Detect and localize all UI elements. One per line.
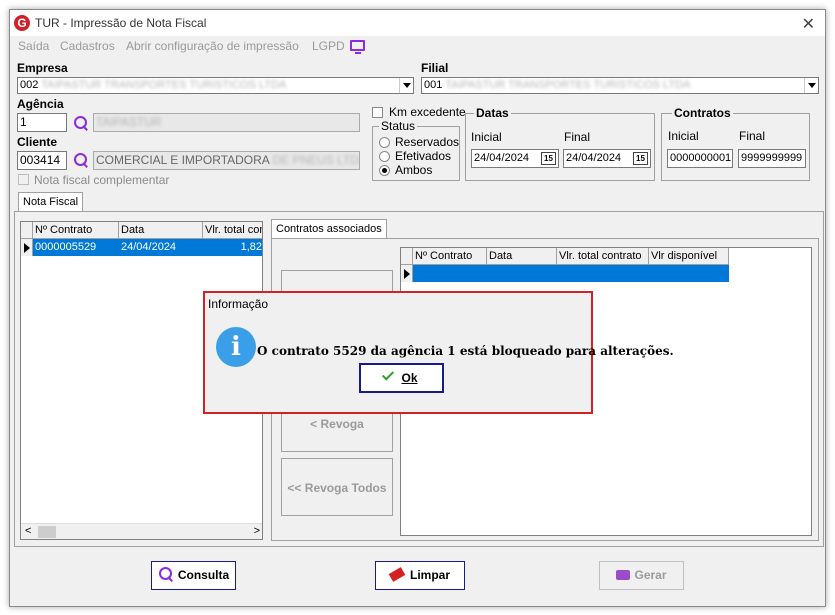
datas-group: Datas Inicial Final 24/04/2024 15 24/04/2… <box>465 106 655 181</box>
app-logo-icon: G <box>14 15 30 31</box>
menu-lgpd[interactable]: LGPD <box>312 39 345 53</box>
calendar-icon[interactable]: 15 <box>541 152 556 165</box>
contratos-inicial-label: Inicial <box>668 129 699 143</box>
datas-title: Datas <box>474 106 511 120</box>
contratos-group: Contratos Inicial Final 0000000001 99999… <box>661 106 810 181</box>
agencia-name-field: TAIPASTUR <box>93 113 360 132</box>
empresa-select[interactable]: 002 TAIPASTUR TRANSPORTES TURISTICOS LTD… <box>17 77 414 94</box>
radio-efetivados-label: Efetivados <box>395 149 452 163</box>
revoga-todos-button[interactable]: << Revoga Todos <box>281 458 393 516</box>
col-header-valor[interactable]: Vlr. total con <box>203 222 262 239</box>
menu-saida[interactable]: Saída <box>18 39 49 53</box>
radio-ambos[interactable] <box>379 165 390 176</box>
radio-ambos-label: Ambos <box>395 163 433 177</box>
radio-efetivados[interactable] <box>379 151 390 162</box>
scroll-left-icon[interactable]: < <box>25 525 31 537</box>
horizontal-scrollbar[interactable]: < > <box>21 523 262 539</box>
datas-final-label: Final <box>564 130 591 144</box>
data-inicial-input[interactable]: 24/04/2024 15 <box>471 149 559 168</box>
agencia-input[interactable]: 1 <box>17 113 67 132</box>
tab-contratos-associados[interactable]: Contratos associados <box>271 219 387 239</box>
table-row-data[interactable]: 24/04/2024 <box>119 239 203 256</box>
contratos-final-label: Final <box>739 129 766 143</box>
printer-icon <box>616 570 631 580</box>
gerar-button[interactable]: Gerar <box>599 561 684 590</box>
filial-code: 001 <box>424 79 443 91</box>
search-icon <box>158 566 174 582</box>
radio-reservados-label: Reservados <box>395 135 460 149</box>
info-icon: i <box>216 327 256 367</box>
ok-button[interactable]: Ok <box>359 363 444 393</box>
chevron-down-icon[interactable] <box>399 78 413 93</box>
status-group: Status Reservados Efetivados Ambos <box>372 119 460 181</box>
col-header-data[interactable]: Data <box>487 248 557 265</box>
search-icon[interactable] <box>73 115 89 131</box>
col-header-data[interactable]: Data <box>119 222 203 239</box>
menu-cadastros[interactable]: Cadastros <box>60 39 115 53</box>
row-indicator-icon <box>401 265 413 282</box>
filial-label: Filial <box>421 61 449 75</box>
empresa-label: Empresa <box>17 61 68 75</box>
check-icon <box>382 368 395 381</box>
datas-inicial-label: Inicial <box>471 130 502 144</box>
table-row-contrato[interactable]: 0000005529 <box>33 239 119 256</box>
monitor-icon[interactable] <box>350 40 365 54</box>
empresa-name: TAIPASTUR TRANSPORTES TURISTICOS LTDA <box>41 79 287 91</box>
dialog-title: Informação <box>208 297 269 311</box>
empresa-code: 002 <box>20 79 39 91</box>
radio-reservados[interactable] <box>379 137 390 148</box>
limpar-button[interactable]: Limpar <box>375 561 465 590</box>
nf-complementar-checkbox[interactable] <box>18 174 29 185</box>
contratos-title: Contratos <box>672 106 733 120</box>
chevron-down-icon[interactable] <box>804 78 818 93</box>
filial-name: TAIPASTUR TRANSPORTES TURISTICOS LTDA <box>445 79 691 91</box>
calendar-icon[interactable]: 15 <box>633 152 648 165</box>
menu-bar: Saída Cadastros Abrir configuração de im… <box>10 36 825 56</box>
table-row-valor[interactable]: 1,82 <box>203 239 262 256</box>
window-title: TUR - Impressão de Nota Fiscal <box>35 16 207 30</box>
info-dialog: Informação i O contrato 5529 da agência … <box>203 291 674 414</box>
col-header-valor-disponivel[interactable]: Vlr disponível <box>649 248 729 265</box>
contrato-inicial-input[interactable]: 0000000001 <box>667 149 733 168</box>
data-final-input[interactable]: 24/04/2024 15 <box>563 149 651 168</box>
km-excedente-label: Km excedente <box>389 105 466 119</box>
title-bar: G TUR - Impressão de Nota Fiscal ✕ <box>10 10 825 36</box>
row-indicator-icon <box>21 239 33 256</box>
search-icon[interactable] <box>73 152 89 168</box>
table-row[interactable] <box>413 265 729 282</box>
nf-complementar-label: Nota fiscal complementar <box>34 173 170 187</box>
status-title: Status <box>379 119 418 133</box>
close-icon[interactable]: ✕ <box>802 14 815 34</box>
dialog-message: O contrato 5529 da agência 1 está bloque… <box>257 344 674 358</box>
eraser-icon <box>388 567 406 582</box>
scroll-right-icon[interactable]: > <box>254 525 260 537</box>
filial-select[interactable]: 001 TAIPASTUR TRANSPORTES TURISTICOS LTD… <box>421 77 819 94</box>
cliente-label: Cliente <box>17 135 58 149</box>
consulta-button[interactable]: Consulta <box>151 561 236 590</box>
col-header-valor-total[interactable]: Vlr. total contrato <box>557 248 649 265</box>
scroll-thumb[interactable] <box>38 526 56 538</box>
col-header-contrato[interactable]: Nº Contrato <box>33 222 119 239</box>
km-excedente-checkbox[interactable] <box>372 107 383 118</box>
contrato-final-input[interactable]: 9999999999 <box>738 149 806 168</box>
cliente-name-field: COMERCIAL E IMPORTADORA DE PNEUS LTDA <box>93 151 360 170</box>
col-header-contrato[interactable]: Nº Contrato <box>413 248 487 265</box>
agencia-label: Agência <box>17 97 64 111</box>
cliente-input[interactable]: 003414 <box>17 151 67 170</box>
tab-nota-fiscal[interactable]: Nota Fiscal <box>18 192 84 212</box>
menu-abrir-config[interactable]: Abrir configuração de impressão <box>126 39 299 53</box>
